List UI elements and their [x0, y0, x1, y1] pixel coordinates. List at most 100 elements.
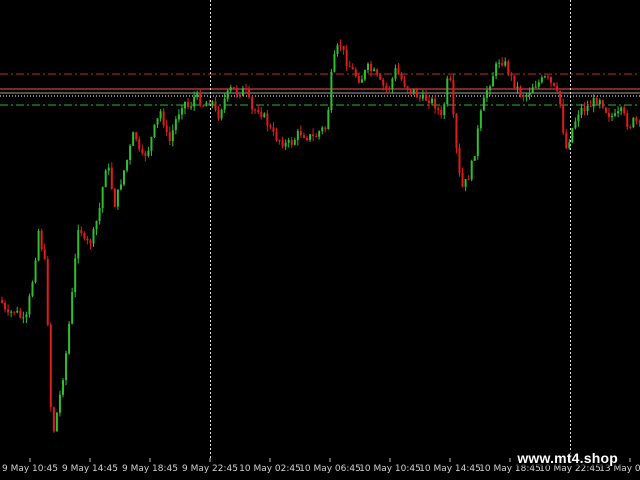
candle-body: [635, 117, 638, 121]
candle-body: [74, 258, 77, 293]
candle-body: [177, 114, 180, 120]
candle-body: [400, 74, 403, 80]
candle-body: [632, 117, 635, 128]
candle-body: [421, 94, 424, 99]
candle-body: [357, 76, 360, 83]
candle-body: [49, 324, 52, 408]
candle-body: [489, 86, 491, 91]
candle-body: [345, 49, 348, 67]
candle-body: [522, 95, 525, 97]
candle-body: [22, 317, 25, 319]
candle-body: [7, 309, 10, 313]
x-tick-label: 9 May 22:45: [182, 464, 238, 474]
candle-body: [132, 132, 135, 146]
candle-body: [147, 150, 150, 156]
candle-body: [31, 282, 34, 297]
candle-body: [464, 179, 467, 187]
candle-body: [293, 139, 296, 145]
x-tick-label: 10 May 14:45: [419, 464, 481, 474]
watermark-text: www.mt4.shop: [515, 450, 620, 466]
candle-body: [223, 98, 226, 110]
candle-body: [58, 394, 61, 413]
candle-body: [440, 110, 443, 116]
candle-body: [519, 86, 522, 96]
candle-body: [19, 310, 22, 318]
candle-body: [620, 107, 623, 112]
candle-body: [232, 87, 235, 89]
candle-body: [376, 69, 379, 75]
candle-body: [245, 88, 247, 90]
candle-body: [373, 69, 376, 72]
candle-body: [153, 124, 156, 138]
candle-body: [34, 260, 37, 283]
candle-body: [235, 88, 238, 95]
candle-body: [614, 113, 617, 116]
candle-body: [318, 131, 321, 137]
candle-body: [583, 107, 586, 112]
candle-body: [385, 85, 388, 89]
candle-body: [449, 78, 452, 81]
candle-body: [260, 112, 263, 118]
candle-body: [388, 88, 391, 90]
candle-body: [546, 76, 549, 78]
candle-body: [165, 125, 168, 133]
candle-body: [467, 179, 470, 181]
candle-body: [382, 79, 385, 86]
candle-body: [98, 207, 101, 222]
candle-body: [321, 127, 324, 132]
candle-body: [168, 132, 171, 142]
price-chart[interactable]: 9 May 10:45 9 May 14:45 9 May 18:45 9 May 2…: [0, 0, 640, 480]
x-tick-label: 10 May 02:45: [239, 464, 301, 474]
candle-body: [498, 62, 501, 64]
candle-body: [336, 45, 339, 54]
candle-body: [507, 61, 510, 74]
candle-body: [208, 102, 211, 105]
x-tick-label: 9 May 18:45: [122, 464, 178, 474]
candle-body: [327, 110, 330, 130]
candle-body: [550, 76, 552, 83]
candle-body: [473, 156, 476, 161]
candle-body: [278, 140, 281, 142]
candle-body: [193, 96, 196, 107]
candle-body: [525, 95, 528, 97]
candle-body: [367, 63, 369, 71]
candle-body: [379, 74, 382, 80]
candle-body: [485, 90, 488, 98]
candle-body: [495, 63, 498, 77]
candle-body: [434, 98, 437, 109]
candle-body: [95, 221, 98, 230]
candle-body: [284, 142, 287, 147]
candle-body: [86, 238, 89, 241]
candle-body: [598, 100, 601, 105]
candle-body: [446, 78, 449, 105]
candle-body: [604, 107, 607, 113]
candle-body: [607, 112, 610, 118]
candle-body: [470, 160, 473, 180]
candle-body: [370, 63, 373, 72]
candle-body: [309, 134, 312, 140]
candle-body: [65, 353, 68, 381]
candle-body: [40, 230, 43, 250]
candle-body: [13, 311, 16, 313]
candle-body: [513, 75, 516, 89]
candle-body: [28, 296, 31, 315]
candle-body: [123, 170, 125, 185]
candle-body: [437, 108, 440, 111]
candle-body: [150, 137, 153, 151]
candle-body: [275, 131, 278, 141]
candle-body: [623, 107, 626, 114]
candle-body: [43, 249, 46, 260]
candle-body: [113, 188, 116, 207]
candle-body: [397, 68, 400, 75]
candle-body: [138, 139, 141, 150]
candle-body: [126, 159, 129, 171]
candle-body: [272, 127, 275, 132]
candle-body: [516, 86, 519, 89]
candle-body: [418, 97, 421, 99]
candle-body: [83, 233, 86, 239]
candle-body: [537, 82, 540, 87]
candle-body: [306, 137, 308, 140]
candle-body: [461, 172, 464, 187]
candle-body: [104, 170, 107, 188]
candle-body: [71, 292, 74, 324]
